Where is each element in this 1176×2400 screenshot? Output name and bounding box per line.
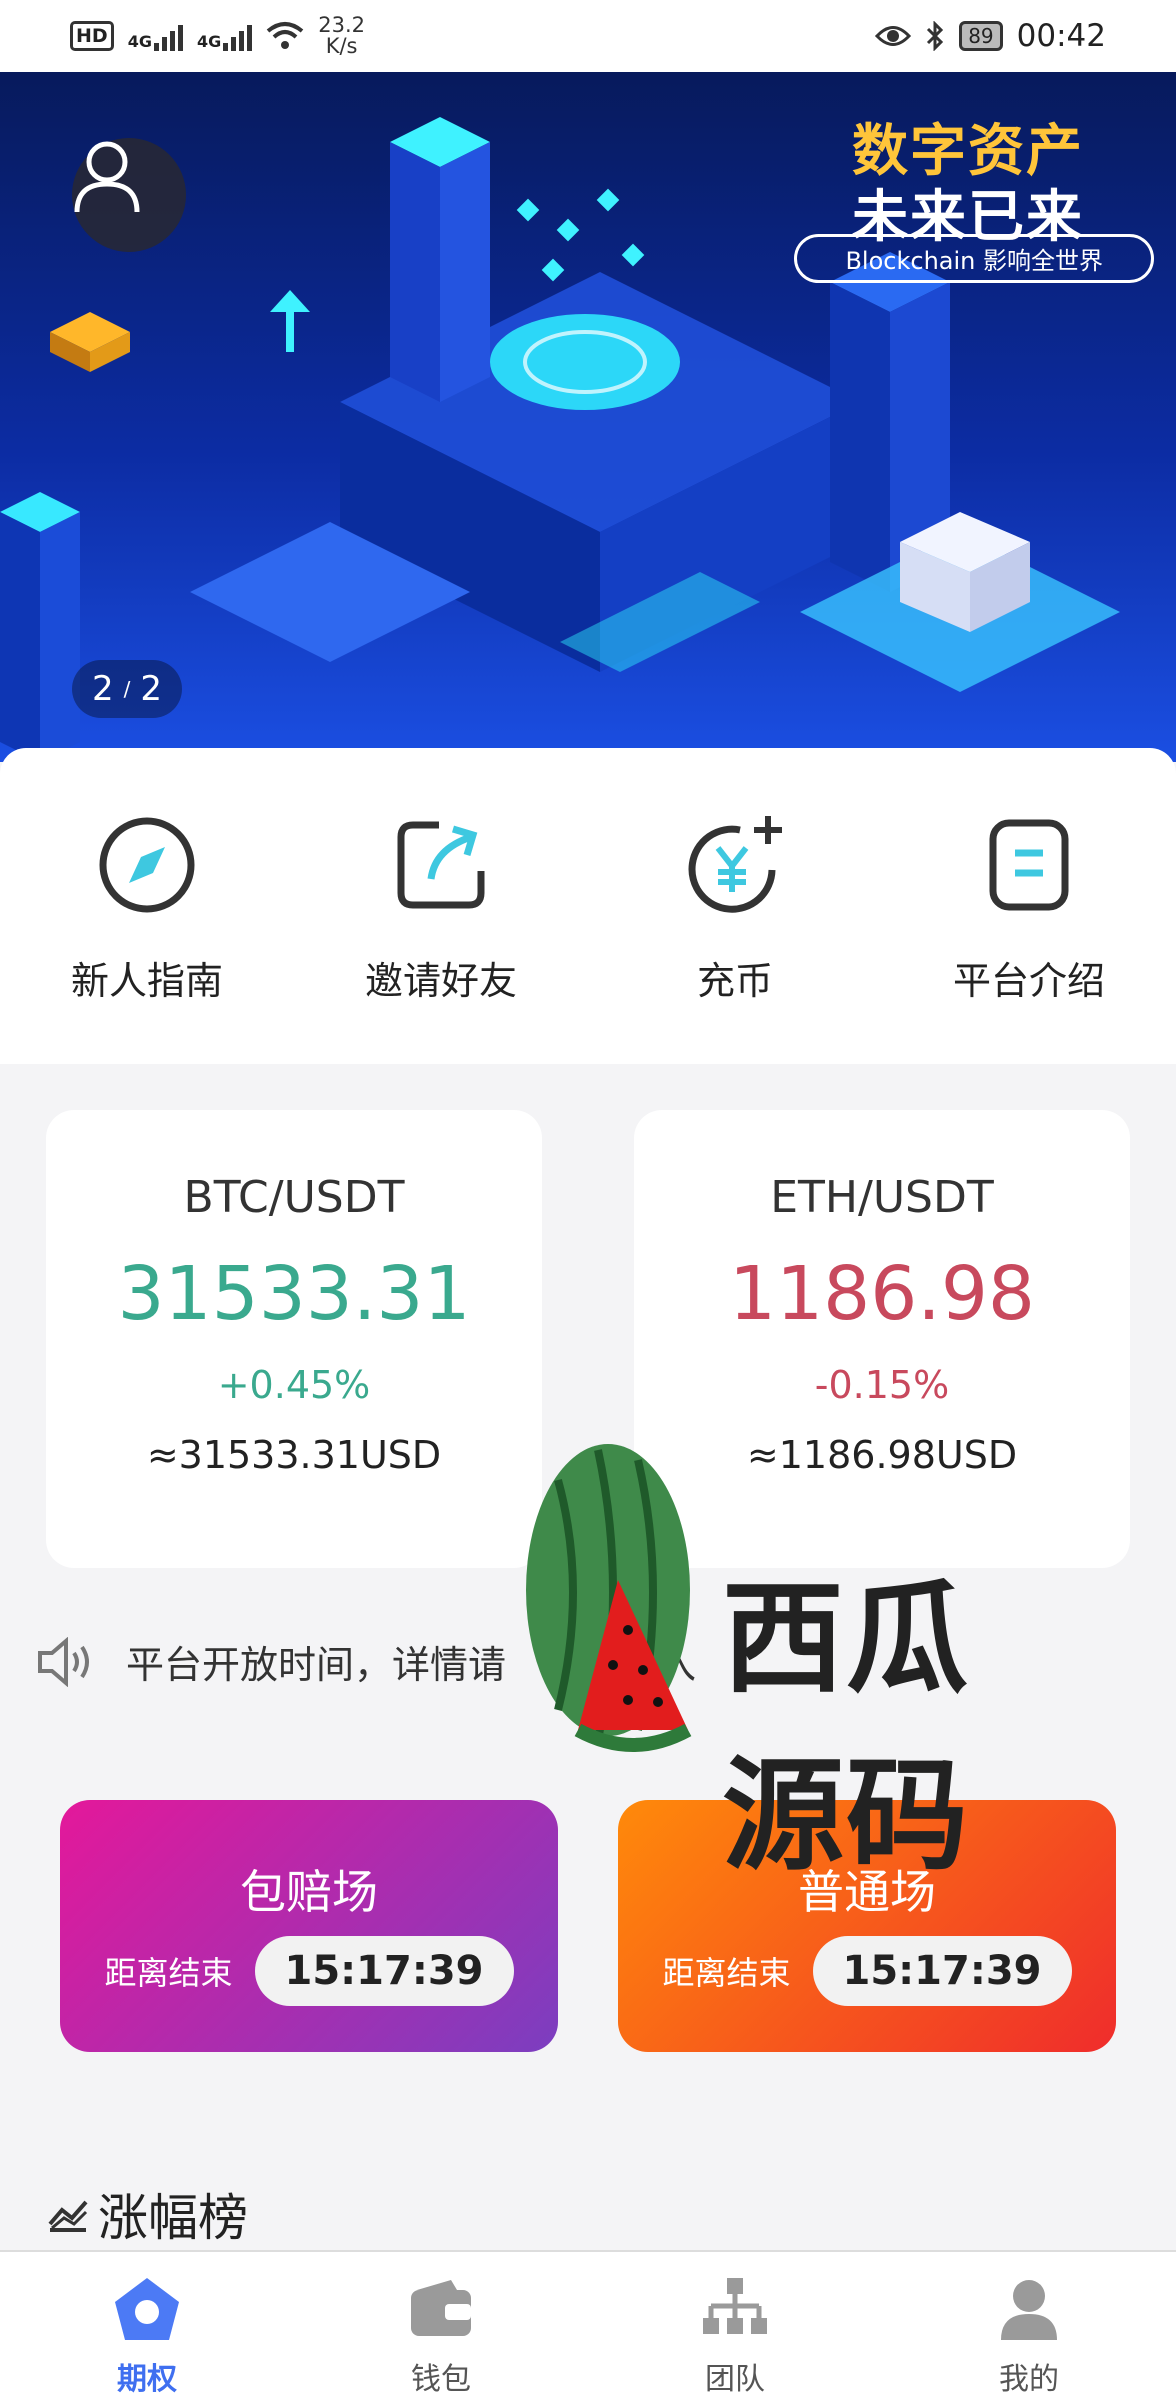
document-icon xyxy=(989,819,1069,911)
tab-wallet[interactable]: 钱包 xyxy=(294,2252,588,2400)
tab-label: 钱包 xyxy=(411,2362,471,2397)
quick-item-deposit[interactable]: 充币 xyxy=(588,748,882,1064)
tab-team[interactable]: 团队 xyxy=(588,2252,882,2400)
clock: 00:42 xyxy=(1016,18,1106,54)
countdown-timer: 15:17:39 xyxy=(254,1936,514,2006)
signal-icon-2: 4G xyxy=(196,21,253,51)
user-avatar-button[interactable] xyxy=(72,138,186,252)
arena-card-guaranteed[interactable]: 包赔场 距离结束 15:17:39 xyxy=(60,1800,558,2052)
promo-banner[interactable]: 数字资产 未来已来 Blockchain 影响全世界 2 / 2 xyxy=(0,72,1176,762)
quick-item-label: 邀请好友 xyxy=(364,959,517,1003)
ticker-change: +0.45% xyxy=(217,1363,371,1407)
tab-label: 期权 xyxy=(117,2362,177,2397)
trend-chart-icon xyxy=(48,2200,88,2232)
ticker-pair: ETH/USDT xyxy=(770,1172,994,1223)
quick-item-about[interactable]: 平台介绍 xyxy=(882,748,1176,1064)
pager-current: 2 xyxy=(91,669,114,709)
speaker-icon xyxy=(38,1636,89,1687)
pager-separator: / xyxy=(123,677,131,701)
compass-icon xyxy=(99,817,195,913)
quick-item-label: 充币 xyxy=(696,959,773,1003)
tab-options[interactable]: 期权 xyxy=(0,2252,294,2400)
eye-icon xyxy=(875,26,912,46)
tab-profile[interactable]: 我的 xyxy=(882,2252,1176,2400)
signal-icon: 4G xyxy=(128,21,183,51)
pager-total: 2 xyxy=(140,669,163,709)
signal-label-2: 4G xyxy=(196,32,222,51)
team-icon xyxy=(703,2278,767,2334)
status-left: HD 4G 4G 23.2 K/s xyxy=(70,15,365,57)
ticker-change: -0.15% xyxy=(814,1363,950,1407)
arena-title: 包赔场 xyxy=(240,1865,378,1919)
speed-unit: K/s xyxy=(325,34,358,58)
ticker-price: 31533.31 xyxy=(117,1251,471,1337)
ticker-price: 1186.98 xyxy=(728,1251,1035,1337)
ticker-usd: ≈31533.31USD xyxy=(146,1433,442,1477)
quick-item-guide[interactable]: 新人指南 xyxy=(0,748,294,1064)
wallet-icon xyxy=(411,2280,471,2336)
watermark: 西瓜源码 xyxy=(518,1440,1038,1887)
hd-badge: HD xyxy=(70,21,114,51)
bottom-tab-bar: 期权 钱包 团队 我的 xyxy=(0,2250,1176,2400)
status-right: 89 00:42 xyxy=(875,18,1106,54)
banner-pager: 2 / 2 xyxy=(72,660,182,718)
user-icon xyxy=(74,141,140,213)
yuan-add-icon xyxy=(688,816,782,913)
bluetooth-icon xyxy=(927,21,944,51)
arena-countdown-row: 距离结束 15:17:39 xyxy=(618,1936,1116,2006)
wifi-icon xyxy=(266,22,304,49)
arena-countdown-row: 距离结束 15:17:39 xyxy=(60,1936,558,2006)
profile-icon xyxy=(1001,2280,1057,2340)
ticker-pair: BTC/USDT xyxy=(183,1172,405,1223)
share-icon xyxy=(397,821,485,909)
speed-value: 23.2 xyxy=(318,13,365,37)
countdown-label: 距离结束 xyxy=(104,1954,233,1992)
countdown-timer: 15:17:39 xyxy=(812,1936,1072,2006)
tab-label: 我的 xyxy=(999,2362,1059,2397)
tab-label: 团队 xyxy=(705,2362,765,2397)
signal-label: 4G xyxy=(127,32,152,51)
watermelon-logo-icon xyxy=(526,1444,692,1752)
watermark-text: 西瓜源码 xyxy=(722,1568,970,1887)
section-title: 涨幅榜 xyxy=(98,2189,248,2247)
status-bar: HD 4G 4G 23.2 K/s 89 00:42 xyxy=(0,0,1176,72)
banner-tagline: Blockchain 影响全世界 xyxy=(794,234,1154,283)
app-screen: HD 4G 4G 23.2 K/s 89 00:42 数字资产 未来已来 Blo… xyxy=(0,0,1176,2400)
battery-indicator: 89 xyxy=(959,21,1003,51)
home-icon xyxy=(115,2278,179,2340)
gainers-section-header: 涨幅榜 xyxy=(46,2178,248,2250)
quick-item-invite[interactable]: 邀请好友 xyxy=(294,748,588,1064)
network-speed: 23.2 K/s xyxy=(318,15,365,57)
ticker-card-btc[interactable]: BTC/USDT 31533.31 +0.45% ≈31533.31USD xyxy=(46,1110,542,1568)
quick-menu: 新人指南 邀请好友 充币 平台介绍 xyxy=(0,748,1176,1064)
quick-item-label: 平台介绍 xyxy=(952,959,1105,1003)
notice-text: 平台开放时间，详情请 xyxy=(126,1643,507,1687)
countdown-label: 距离结束 xyxy=(662,1954,791,1992)
quick-item-label: 新人指南 xyxy=(70,959,223,1003)
